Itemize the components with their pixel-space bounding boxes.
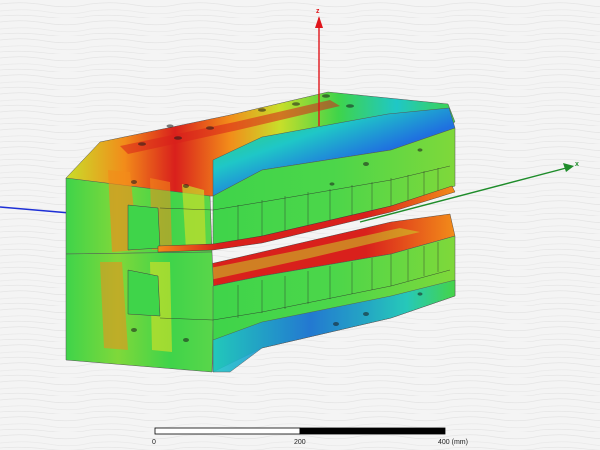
scale-tick-0: 0 bbox=[152, 439, 156, 446]
z-axis-label: z bbox=[316, 8, 320, 15]
x-axis-label: x bbox=[575, 161, 579, 168]
scale-tick-200: 200 bbox=[294, 439, 306, 446]
scale-bar-dark-segment bbox=[299, 427, 446, 435]
model-scene[interactable]: z x 0 200 400 (mm) bbox=[0, 0, 600, 450]
upper-end-warm-zone bbox=[182, 184, 206, 250]
scale-bar-light-segment bbox=[154, 427, 301, 435]
lower-pole-step bbox=[127, 269, 161, 317]
scale-tick-400: 400 (mm) bbox=[438, 439, 468, 446]
upper-pole-step bbox=[127, 204, 161, 251]
graphics-viewport[interactable]: z x 0 200 400 (mm) bbox=[0, 0, 600, 450]
